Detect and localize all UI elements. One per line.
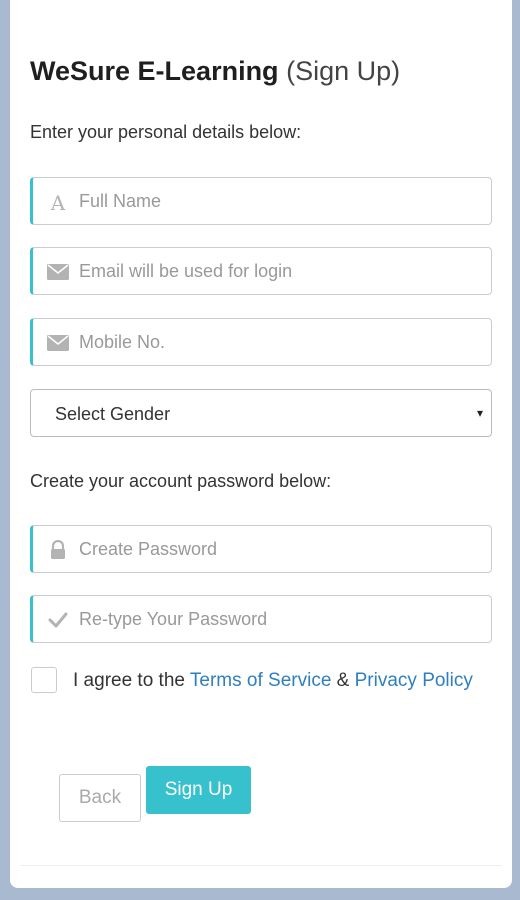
- check-icon: [47, 609, 69, 631]
- mobile-field[interactable]: [30, 318, 492, 366]
- brand-name: WeSure E-Learning: [30, 56, 279, 86]
- privacy-policy-link[interactable]: Privacy Policy: [355, 670, 473, 691]
- agreement-text: I agree to the Terms of Service & Privac…: [73, 667, 473, 695]
- email-input[interactable]: [79, 248, 479, 294]
- gender-selected-value: Select Gender: [55, 404, 171, 424]
- page-title: WeSure E-Learning (Sign Up): [30, 56, 400, 87]
- envelope-icon: [47, 332, 69, 354]
- lock-icon: [47, 539, 69, 561]
- full-name-input[interactable]: [79, 178, 479, 224]
- agree-checkbox[interactable]: [31, 667, 57, 693]
- retype-password-input[interactable]: [79, 596, 479, 642]
- back-button[interactable]: Back: [59, 774, 141, 822]
- signup-card: WeSure E-Learning (Sign Up) Enter your p…: [10, 0, 512, 888]
- full-name-field[interactable]: A: [30, 177, 492, 225]
- page-subtitle: (Sign Up): [286, 56, 401, 86]
- personal-details-label: Enter your personal details below:: [30, 122, 302, 142]
- mobile-input[interactable]: [79, 319, 479, 365]
- create-password-field[interactable]: [30, 525, 492, 573]
- sign-up-button[interactable]: Sign Up: [146, 766, 251, 814]
- password-details-label: Create your account password below:: [30, 471, 332, 491]
- svg-text:A: A: [50, 191, 66, 213]
- chevron-down-icon: ▾: [476, 406, 483, 420]
- retype-password-field[interactable]: [30, 595, 492, 643]
- agreement-ampersand: &: [331, 670, 355, 691]
- gender-select[interactable]: Select Gender ▾: [30, 389, 492, 437]
- font-letter-icon: A: [47, 191, 69, 213]
- terms-of-service-link[interactable]: Terms of Service: [190, 670, 331, 691]
- agreement-prefix: I agree to the: [73, 670, 190, 691]
- envelope-icon: [47, 261, 69, 283]
- create-password-input[interactable]: [79, 526, 479, 572]
- email-field[interactable]: [30, 247, 492, 295]
- footer-divider: [20, 865, 502, 866]
